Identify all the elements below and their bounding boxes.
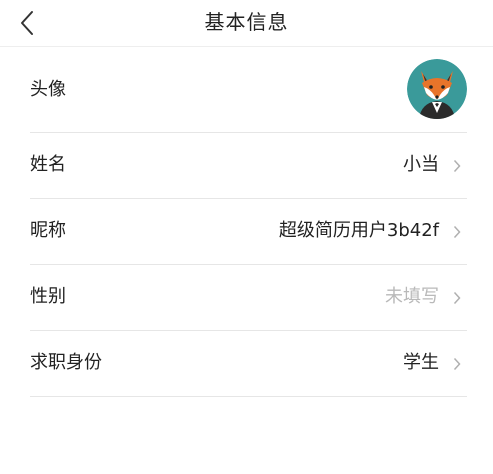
nickname-row[interactable]: 昵称 超级简历用户3b42f <box>30 199 467 265</box>
job-status-row[interactable]: 求职身份 学生 <box>30 331 467 397</box>
avatar-row[interactable]: 头像 <box>30 47 467 133</box>
screen: 基本信息 头像 姓名 小当 昵称 超级简历用户3b42f 性别 未填写 求职身份… <box>0 0 493 474</box>
name-value: 小当 <box>403 154 439 175</box>
name-row[interactable]: 姓名 小当 <box>30 133 467 199</box>
gender-row[interactable]: 性别 未填写 <box>30 265 467 331</box>
header-bar: 基本信息 <box>0 0 493 47</box>
gender-value: 未填写 <box>385 286 439 307</box>
chevron-right-icon <box>453 357 461 371</box>
fox-avatar-icon <box>407 59 467 119</box>
job-status-value: 学生 <box>403 352 439 373</box>
avatar[interactable] <box>407 59 467 119</box>
profile-list: 头像 姓名 小当 昵称 超级简历用户3b42f 性别 未填写 求职身份 学生 <box>0 47 493 474</box>
job-status-label: 求职身份 <box>30 352 102 373</box>
nickname-value: 超级简历用户3b42f <box>278 220 439 241</box>
name-label: 姓名 <box>30 154 66 175</box>
gender-label: 性别 <box>30 286 66 307</box>
avatar-label: 头像 <box>30 79 66 100</box>
chevron-right-icon <box>453 291 461 305</box>
page-title: 基本信息 <box>204 10 289 34</box>
nickname-label: 昵称 <box>30 220 66 241</box>
chevron-right-icon <box>453 159 461 173</box>
chevron-right-icon <box>453 225 461 239</box>
